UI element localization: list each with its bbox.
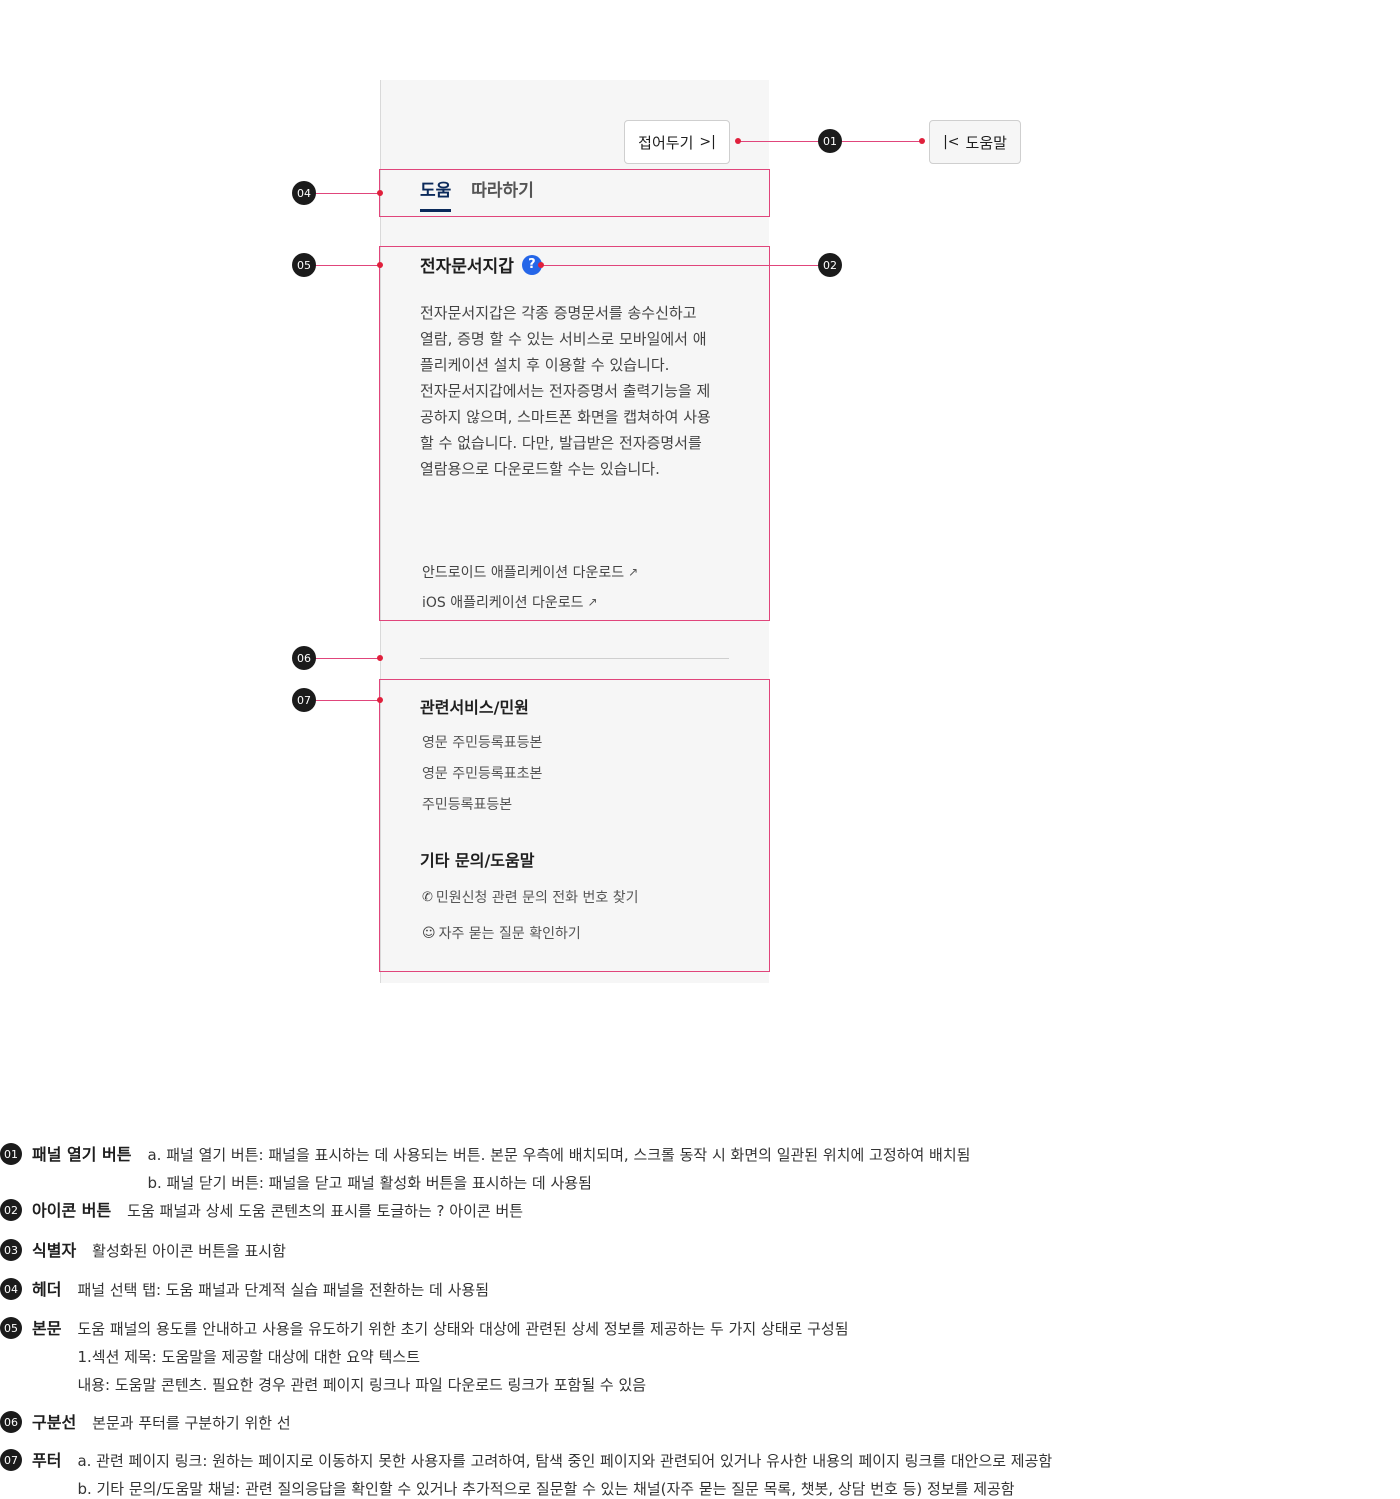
legend-line: a. 관련 페이지 링크: 원하는 페이지로 이동하지 못한 사용자를 고려하여… [77,1452,1053,1470]
legend-item: 05 본문 도움 패널의 용도를 안내하고 사용을 유도하기 위한 초기 상태와… [0,1315,849,1399]
legend-line: 1.섹션 제목: 도움말을 제공할 대상에 대한 요약 텍스트 [77,1348,420,1366]
connector-dot [377,697,383,703]
annotation-badge-04: 04 [292,181,316,205]
legend-description: a. 패널 열기 버튼: 패널을 표시하는 데 사용되는 버튼. 본문 우측에 … [147,1141,970,1197]
annotation-badge-07: 07 [292,688,316,712]
collapse-label: 접어두기 [638,133,694,152]
legend-line: b. 패널 닫기 버튼: 패널을 닫고 패널 활성화 버튼을 표시하는 데 사용… [147,1174,592,1192]
legend-term: 푸터 [32,1451,62,1470]
open-help-button[interactable]: |< 도움말 [929,120,1021,164]
legend-description: 패널 선택 탭: 도움 패널과 단계적 실습 패널을 전환하는 데 사용됨 [77,1281,489,1299]
legend-term: 구분선 [32,1413,77,1432]
collapse-right-icon: >| [699,134,716,150]
legend-number: 01 [0,1143,22,1165]
legend-description: a. 관련 페이지 링크: 원하는 페이지로 이동하지 못한 사용자를 고려하여… [77,1447,1052,1499]
legend-term: 본문 [32,1319,62,1338]
legend-term: 아이콘 버튼 [32,1201,112,1220]
connector-dot [377,262,383,268]
legend-line: 내용: 도움말 콘텐츠. 필요한 경우 관련 페이지 링크나 파일 다운로드 링… [77,1376,647,1394]
legend-term: 패널 열기 버튼 [32,1145,132,1164]
annotation-badge-01: 01 [818,129,842,153]
body-footer-divider [420,658,729,659]
legend-number: 04 [0,1278,22,1300]
legend-item: 07 푸터 a. 관련 페이지 링크: 원하는 페이지로 이동하지 못한 사용자… [0,1447,1052,1499]
annotation-badge-06: 06 [292,646,316,670]
header-highlight-box [379,169,770,217]
annotation-badge-05: 05 [292,253,316,277]
connector-dot [538,262,544,268]
legend-term: 식별자 [32,1241,77,1260]
legend-description: 활성화된 아이콘 버튼을 표시함 [92,1242,286,1260]
connector-dot [377,190,383,196]
legend-line: a. 패널 열기 버튼: 패널을 표시하는 데 사용되는 버튼. 본문 우측에 … [147,1146,971,1164]
legend-number: 06 [0,1411,22,1433]
connector-dot [735,138,741,144]
legend-description: 본문과 푸터를 구분하기 위한 선 [92,1414,291,1432]
legend-number: 07 [0,1449,22,1471]
legend-line: 도움 패널의 용도를 안내하고 사용을 유도하기 위한 초기 상태와 대상에 관… [77,1320,849,1338]
legend-item: 03 식별자 활성화된 아이콘 버튼을 표시함 [0,1237,286,1265]
legend-line: b. 기타 문의/도움말 채널: 관련 질의응답을 확인할 수 있거나 추가적으… [77,1480,1015,1498]
legend-number: 03 [0,1239,22,1261]
legend-item: 06 구분선 본문과 푸터를 구분하기 위한 선 [0,1409,291,1437]
legend-item: 01 패널 열기 버튼 a. 패널 열기 버튼: 패널을 표시하는 데 사용되는… [0,1141,970,1197]
connector-line [540,265,820,266]
legend-number: 02 [0,1199,22,1221]
footer-highlight-box [379,679,770,972]
body-highlight-box [379,246,770,621]
legend-item: 04 헤더 패널 선택 탭: 도움 패널과 단계적 실습 패널을 전환하는 데 … [0,1276,489,1304]
legend-description: 도움 패널과 상세 도움 콘텐츠의 표시를 토글하는 ? 아이콘 버튼 [127,1202,524,1220]
legend-description: 도움 패널의 용도를 안내하고 사용을 유도하기 위한 초기 상태와 대상에 관… [77,1315,848,1399]
annotation-badge-02: 02 [818,253,842,277]
legend-term: 헤더 [32,1280,62,1299]
collapse-panel-button[interactable]: 접어두기 >| [624,120,730,164]
connector-dot [919,138,925,144]
expand-left-icon: |< [943,134,960,150]
open-help-label: 도움말 [965,133,1007,152]
connector-dot [377,655,383,661]
legend-number: 05 [0,1317,22,1339]
legend-item: 02 아이콘 버튼 도움 패널과 상세 도움 콘텐츠의 표시를 토글하는 ? 아… [0,1197,523,1225]
